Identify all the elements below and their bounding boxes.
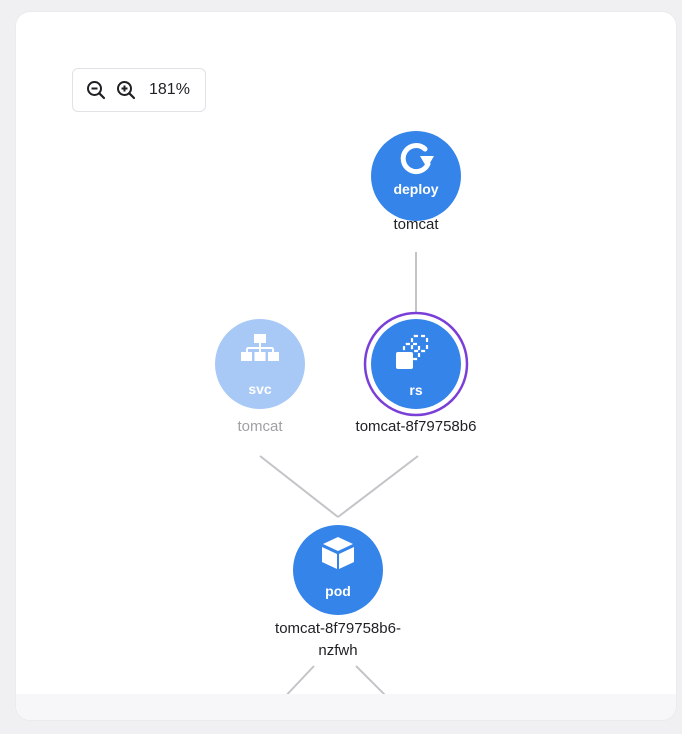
node-svc[interactable]: svc tomcat: [215, 319, 305, 435]
node-type-label: deploy: [393, 181, 438, 197]
node-type-label: pod: [325, 583, 351, 599]
node-type-label: rs: [409, 382, 422, 398]
topology-panel: 181% deploy tomcat svc tomcat rs tomcat-…: [16, 12, 676, 720]
node-type-label: svc: [248, 381, 272, 397]
topology-graph: deploy tomcat svc tomcat rs tomcat-8f797…: [215, 131, 477, 703]
panel-footer: [16, 694, 676, 720]
node-name: tomcat: [237, 418, 283, 435]
edge-rs-pod: [337, 455, 419, 518]
edge-svc-pod: [259, 455, 339, 518]
node-rs[interactable]: rs tomcat-8f79758b6: [356, 311, 477, 435]
node-name: tomcat: [393, 216, 439, 233]
node-deploy[interactable]: deploy tomcat: [371, 131, 461, 233]
node-name-line1: tomcat-8f79758b6-: [275, 620, 401, 637]
node-name: tomcat-8f79758b6: [356, 418, 477, 435]
node-pod[interactable]: pod tomcat-8f79758b6- nzfwh: [275, 525, 401, 659]
node-name-line2: nzfwh: [318, 642, 357, 659]
